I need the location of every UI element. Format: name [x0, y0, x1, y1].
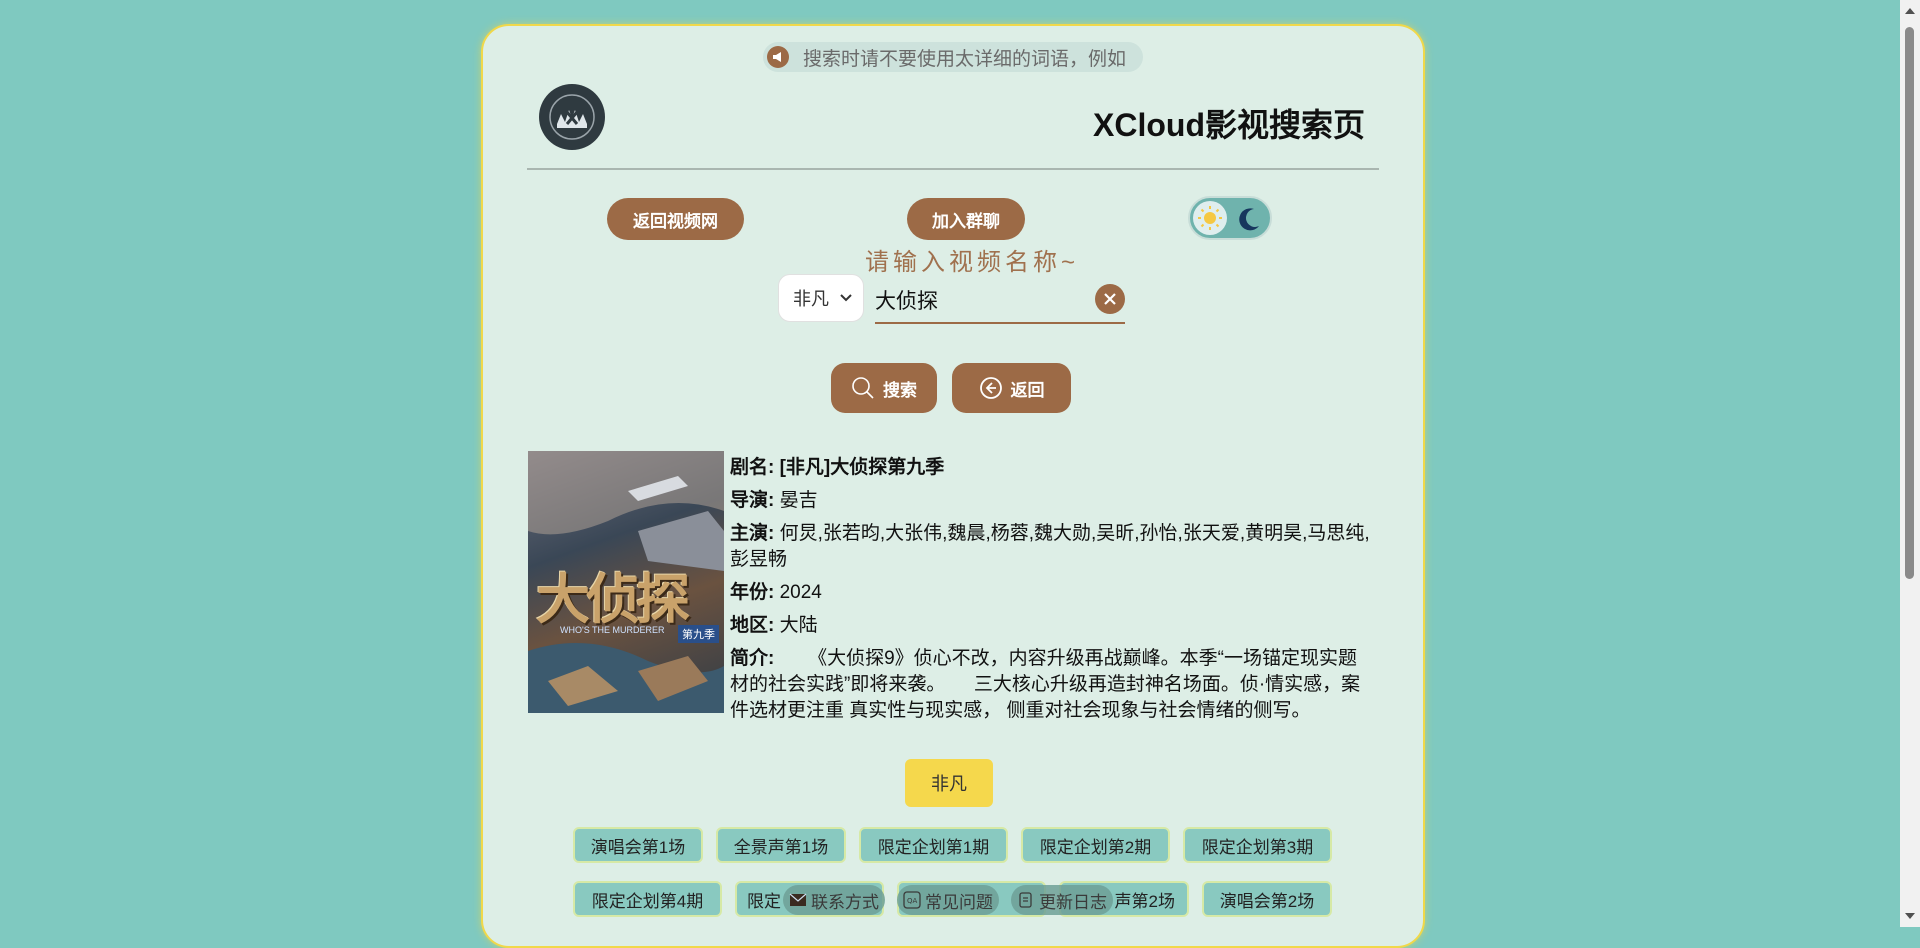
episode-button[interactable]: 限定企划第3期	[1183, 827, 1332, 863]
page-scrollbar[interactable]	[1900, 0, 1920, 927]
contact-link-label: 联系方式	[811, 892, 879, 912]
qa-icon: QA	[903, 891, 921, 909]
join-group-button[interactable]: 加入群聊	[907, 198, 1025, 240]
scroll-down-arrow-icon[interactable]	[1905, 913, 1915, 919]
result-title-row: 剧名: [非凡]大侦探第九季	[730, 455, 1370, 481]
notice-text: 搜索时请不要使用太详细的词语，例如	[803, 48, 1127, 70]
scroll-up-arrow-icon[interactable]	[1905, 8, 1915, 14]
search-button[interactable]: 搜索	[831, 363, 937, 413]
svg-text:QA: QA	[907, 897, 918, 905]
episode-button[interactable]: 演唱会第2场	[1202, 881, 1332, 917]
episode-button[interactable]: 全景声第1场	[716, 827, 846, 863]
poster-season: 第九季	[678, 625, 719, 643]
mail-icon	[789, 893, 807, 906]
year-label: 年份:	[730, 582, 775, 603]
theme-toggle[interactable]	[1188, 196, 1272, 240]
result-region: 大陆	[779, 615, 818, 636]
source-tab-feifan[interactable]: 非凡	[905, 759, 993, 807]
result-director: 晏吉	[779, 490, 818, 511]
search-input[interactable]: 大侦探	[875, 278, 1125, 324]
region-label: 地区:	[730, 615, 775, 636]
castle-x-logo-icon	[549, 94, 595, 140]
result-region-row: 地区: 大陆	[730, 613, 1370, 639]
search-icon	[852, 377, 874, 399]
search-card: 搜索时请不要使用太详细的词语，例如 XCloud影视搜索页 返回视频网 加入群聊	[481, 24, 1425, 948]
poster-title: 大侦探	[536, 567, 690, 631]
search-prompt: 请输入视频名称~	[864, 249, 1079, 276]
intro-label: 简介:	[730, 648, 775, 669]
faq-link[interactable]: QA 常见问题	[897, 885, 999, 915]
back-button[interactable]: 返回	[952, 363, 1071, 413]
title-label: 剧名:	[730, 457, 775, 478]
back-arrow-icon	[979, 377, 1002, 399]
changelog-link[interactable]: 更新日志	[1011, 885, 1113, 915]
poster-subtitle: WHO'S THE MURDERER	[560, 625, 665, 635]
cast-label: 主演:	[730, 523, 775, 544]
scrollbar-thumb[interactable]	[1905, 27, 1914, 579]
result-cast-row: 主演: 何炅,张若昀,大张伟,魏晨,杨蓉,魏大勋,吴昕,孙怡,张天爱,黄明昊,马…	[730, 521, 1370, 573]
megaphone-icon	[767, 46, 789, 68]
document-icon	[1019, 892, 1032, 908]
result-cast: 何炅,张若昀,大张伟,魏晨,杨蓉,魏大勋,吴昕,孙怡,张天爱,黄明昊,马思纯,彭…	[730, 523, 1370, 570]
site-title: XCloud影视搜索页	[1093, 107, 1365, 143]
search-input-value: 大侦探	[875, 290, 938, 313]
footer-links: 联系方式 QA 常见问题 更新日志	[783, 885, 1113, 915]
header-divider	[527, 168, 1379, 170]
result-intro-row: 简介: 《大侦探9》侦心不改，内容升级再战巅峰。本季“一场锚定现实题材的社会实践…	[730, 646, 1370, 724]
back-button-label: 返回	[1010, 380, 1045, 400]
moon-icon	[1239, 208, 1259, 231]
result-intro: 《大侦探9》侦心不改，内容升级再战巅峰。本季“一场锚定现实题材的社会实践”即将来…	[730, 648, 1361, 721]
result-year-row: 年份: 2024	[730, 580, 1370, 606]
result-details: 剧名: [非凡]大侦探第九季 导演: 晏吉 主演: 何炅,张若昀,大张伟,魏晨,…	[730, 455, 1370, 731]
result-poster[interactable]: 大侦探 WHO'S THE MURDERER 第九季	[528, 451, 724, 713]
episode-button[interactable]: 限定企划第1期	[859, 827, 1008, 863]
clear-icon[interactable]	[1095, 284, 1125, 314]
result-director-row: 导演: 晏吉	[730, 488, 1370, 514]
contact-link[interactable]: 联系方式	[783, 885, 885, 915]
episode-button[interactable]: 限定企划第4期	[573, 881, 722, 917]
site-logo[interactable]	[539, 84, 605, 150]
back-to-site-button[interactable]: 返回视频网	[607, 198, 744, 240]
sun-icon	[1193, 201, 1227, 235]
chevron-down-icon	[840, 294, 852, 302]
notice-marquee: 搜索时请不要使用太详细的词语，例如	[763, 42, 1143, 72]
search-button-label: 搜索	[883, 380, 917, 400]
source-select-value: 非凡	[793, 289, 829, 309]
episode-button[interactable]: 限定企划第2期	[1021, 827, 1170, 863]
faq-link-label: 常见问题	[925, 892, 993, 912]
result-year: 2024	[779, 582, 822, 603]
episode-button[interactable]: 演唱会第1场	[573, 827, 703, 863]
director-label: 导演:	[730, 490, 775, 511]
result-title: [非凡]大侦探第九季	[779, 457, 945, 478]
changelog-link-label: 更新日志	[1039, 892, 1107, 912]
source-select[interactable]: 非凡	[778, 274, 864, 322]
